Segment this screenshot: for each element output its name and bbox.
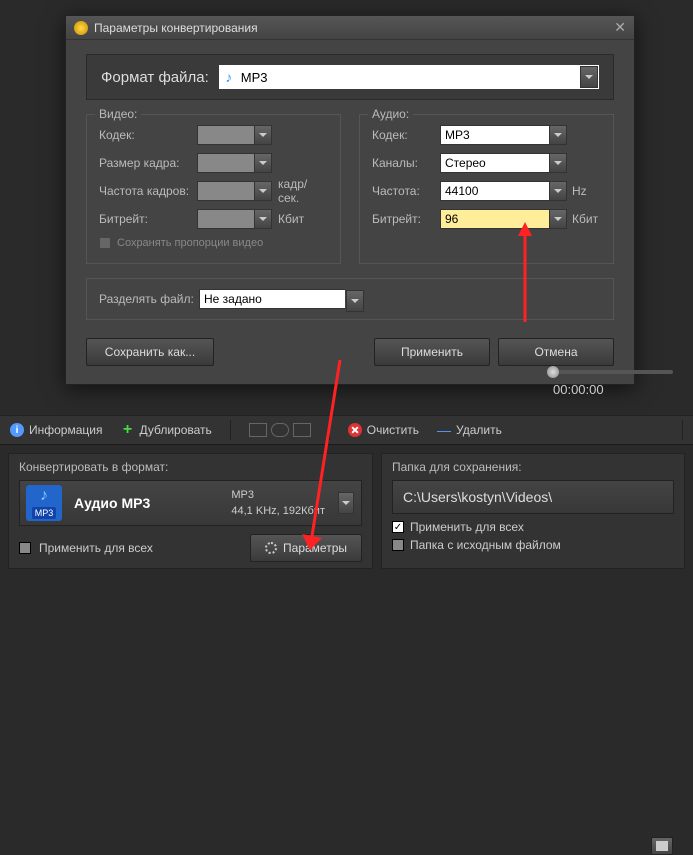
annotation-arrow [515,222,535,325]
save-panel-title: Папка для сохранения: [392,460,674,474]
save-path-field[interactable]: C:\Users\kostyn\Videos\ [392,480,674,514]
audio-legend: Аудио: [368,107,413,121]
audio-codec-select[interactable]: MP3 [440,125,567,145]
audio-rate-select[interactable]: 44100 [440,181,567,201]
video-bitrate-label: Битрейт: [99,212,197,226]
clear-button[interactable]: Очистить [348,423,419,437]
dialog-title: Параметры конвертирования [94,21,614,35]
dialog-titlebar[interactable]: Параметры конвертирования ✕ [66,16,634,40]
audio-fieldset: Аудио: Кодек: MP3 Каналы: Стерео Частота… [359,114,614,264]
save-as-button[interactable]: Сохранить как... [86,338,214,366]
close-icon[interactable]: ✕ [614,19,626,36]
info-icon: i [10,423,24,437]
split-file-select[interactable]: Не задано [199,289,365,309]
save-folder-panel: Папка для сохранения: C:\Users\kostyn\Vi… [381,453,685,569]
music-note-icon: ♪ [219,69,239,85]
dropdown-icon[interactable] [549,153,567,173]
video-codec-select [197,125,272,145]
file-format-row: Формат файла: ♪ MP3 [86,54,614,100]
checkbox-icon [99,237,111,249]
delete-button[interactable]: —Удалить [437,423,502,437]
audio-bitrate-select[interactable]: 96 [440,209,567,229]
framerate-unit: кадр/сек. [272,177,328,205]
conversion-settings-dialog: Параметры конвертирования ✕ Формат файла… [65,15,635,385]
source-folder-checkbox[interactable]: Папка с исходным файлом [392,538,674,552]
video-fieldset: Видео: Кодек: Размер кадра: Частота кадр… [86,114,341,264]
video-framesize-select [197,153,272,173]
plus-icon: + [120,423,134,437]
split-file-label: Разделять файл: [99,292,199,306]
audio-codec-label: Кодек: [372,128,440,142]
time-display: 00:00:00 [553,382,673,397]
video-bitrate-select [197,209,272,229]
playback-time-area: 00:00:00 [553,370,673,397]
info-button[interactable]: iИнформация [10,423,102,437]
dropdown-icon[interactable] [580,66,598,88]
dropdown-icon[interactable] [346,290,364,312]
audio-bitrate-unit: Кбит [567,212,601,226]
file-format-label: Формат файла: [101,69,209,86]
video-bitrate-unit: Кбит [272,212,328,226]
snapshot-button[interactable] [651,837,673,855]
dropdown-icon[interactable] [549,125,567,145]
audio-channels-select[interactable]: Стерео [440,153,567,173]
checkbox-icon: ✓ [392,521,404,533]
annotation-arrow [300,360,350,553]
audio-rate-unit: Hz [567,184,601,198]
file-format-value: MP3 [239,70,579,85]
audio-channels-label: Каналы: [372,156,440,170]
view-list-icon[interactable] [249,423,267,437]
duplicate-button[interactable]: +Дублировать [120,423,211,437]
dropdown-icon [254,209,272,229]
video-framerate-select [197,181,272,201]
video-framesize-label: Размер кадра: [99,156,197,170]
dropdown-icon[interactable] [549,181,567,201]
checkbox-icon [392,539,404,551]
video-codec-label: Кодек: [99,128,197,142]
dropdown-icon [254,181,272,201]
video-framerate-label: Частота кадров: [99,184,197,198]
file-format-select[interactable]: ♪ MP3 [219,65,599,89]
app-icon [74,21,88,35]
delete-icon: — [437,423,451,437]
keep-aspect-checkbox: Сохранять пропорции видео [99,237,328,249]
gear-icon [265,542,277,554]
format-name: Аудио MP3 [74,495,219,511]
dropdown-icon[interactable] [549,209,567,229]
slider-knob[interactable] [547,366,559,378]
dropdown-icon [254,125,272,145]
apply-all-label: Применить для всех [39,541,153,555]
apply-all-checkbox[interactable] [19,542,31,554]
cancel-button[interactable]: Отмена [498,338,614,366]
video-legend: Видео: [95,107,141,121]
dropdown-icon [254,153,272,173]
mp3-badge-icon: MP3 [26,485,62,521]
apply-all-save-checkbox[interactable]: ✓ Применить для всех [392,520,674,534]
view-toggle-icon[interactable] [271,423,289,437]
apply-button[interactable]: Применить [374,338,490,366]
audio-bitrate-label: Битрейт: [372,212,440,226]
audio-rate-label: Частота: [372,184,440,198]
time-slider[interactable] [553,370,673,374]
